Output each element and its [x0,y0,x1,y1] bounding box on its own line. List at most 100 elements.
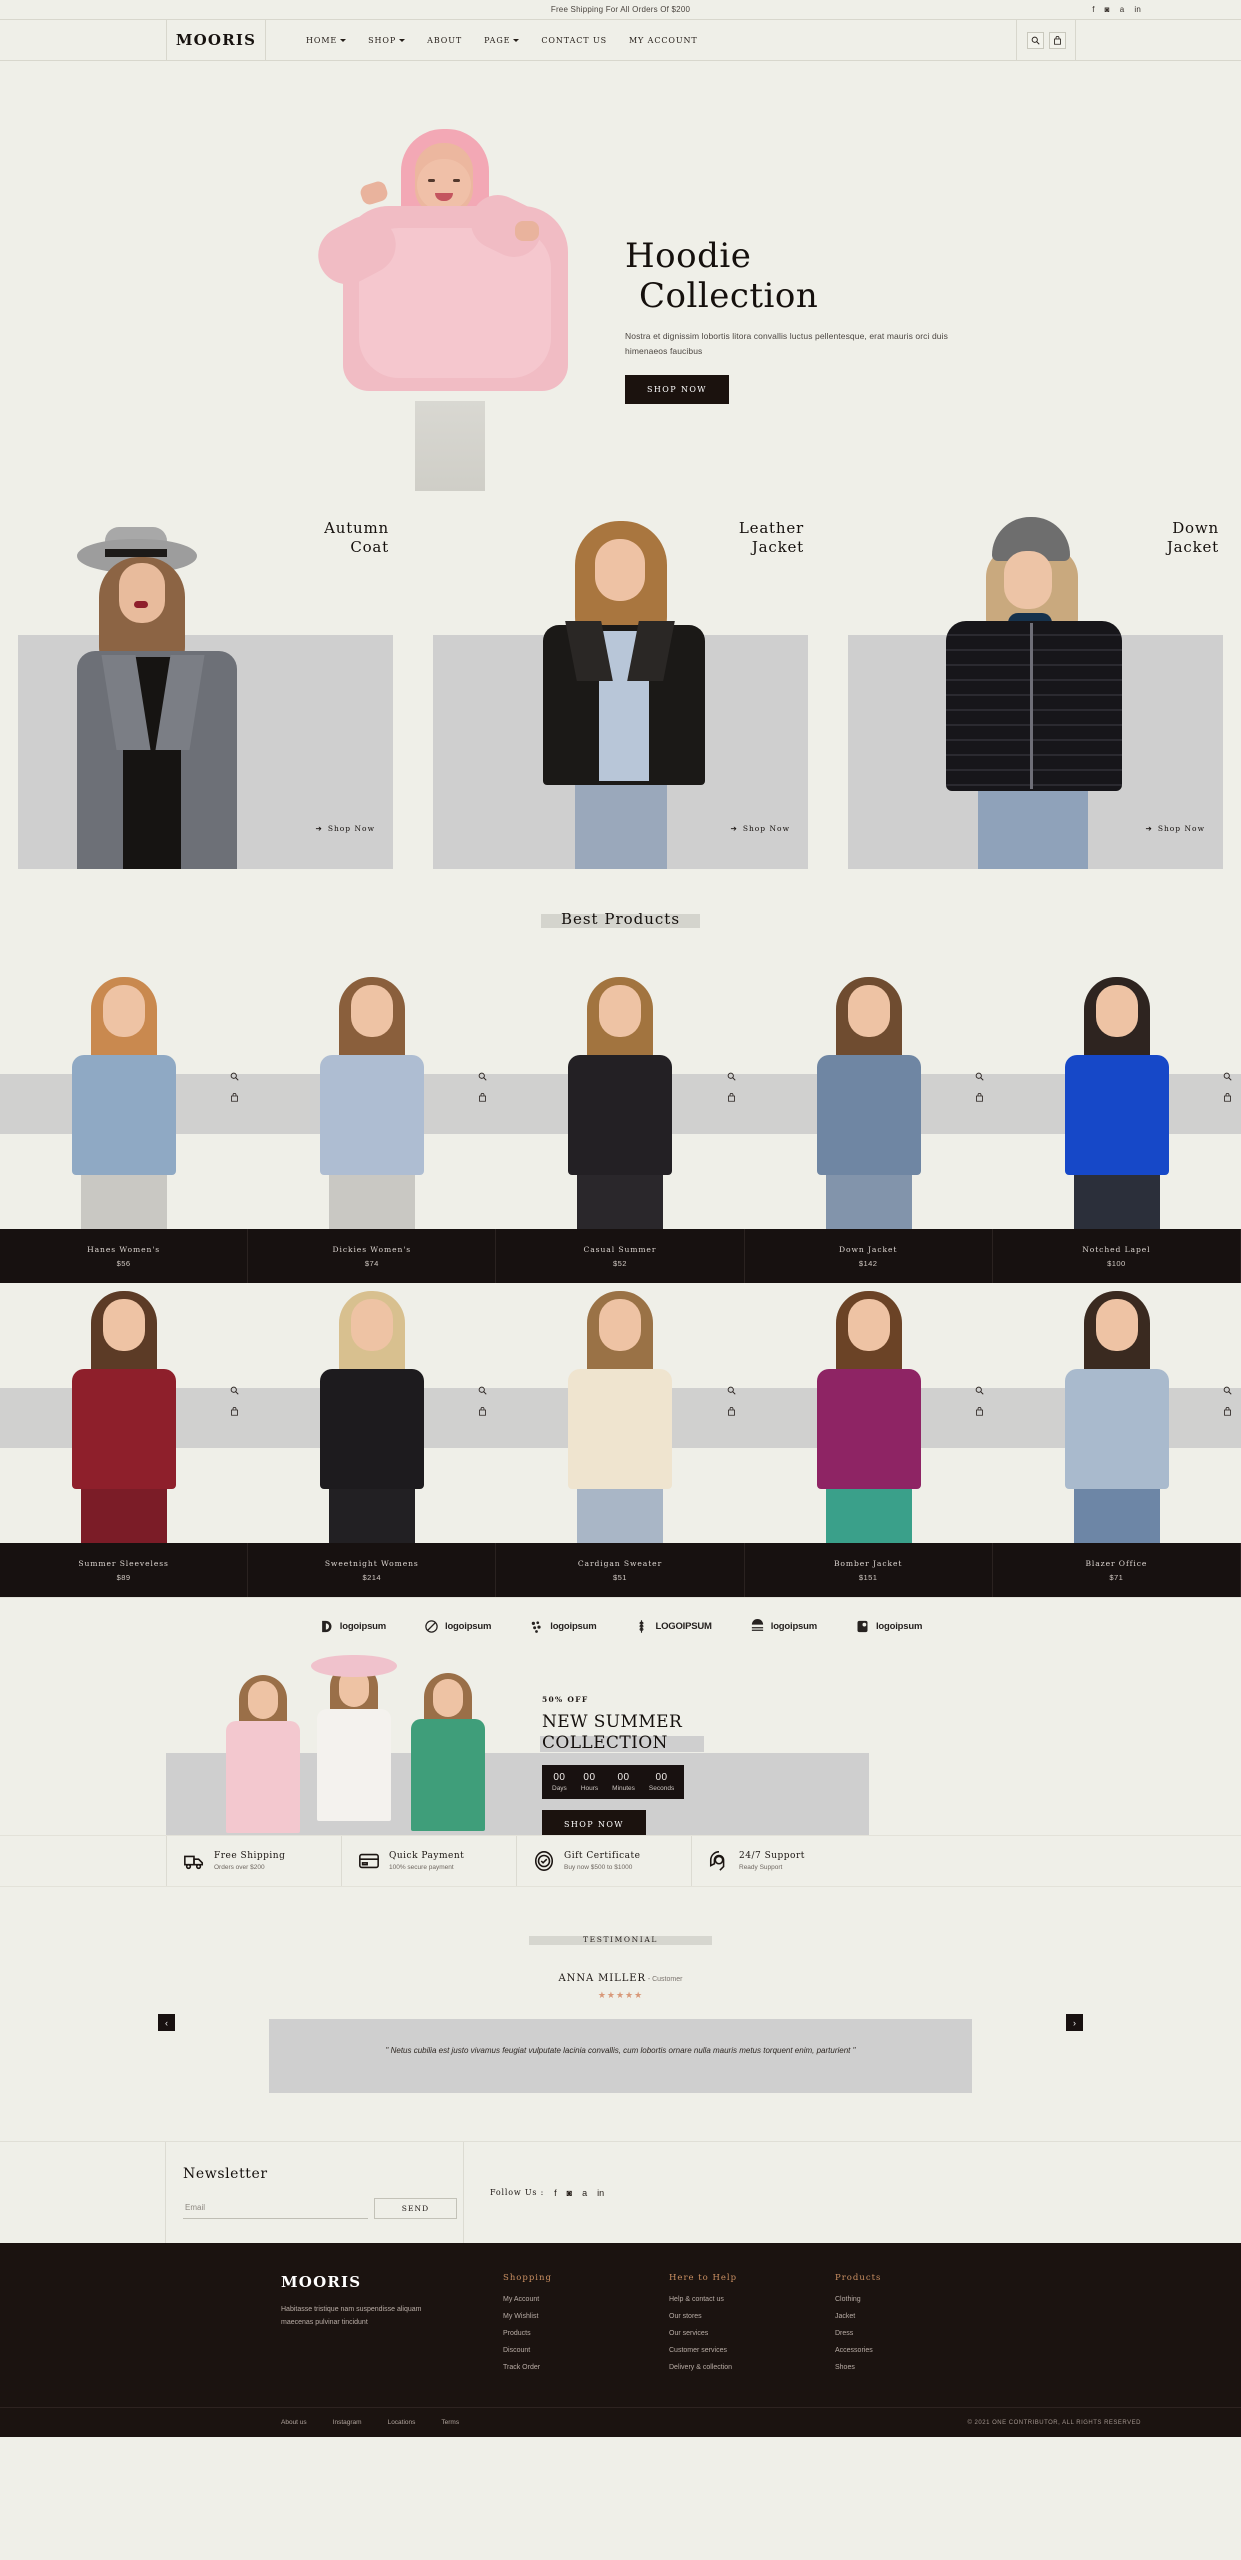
service-subtitle: Ready Support [739,1864,783,1871]
zoom-icon[interactable] [726,1385,737,1396]
category-title-line2: Jacket [751,537,804,556]
footer-link[interactable]: My Wishlist [503,2313,669,2320]
footer-link[interactable]: Accessories [835,2347,1001,2354]
promo-shop-now-button[interactable]: SHOP NOW [542,1810,646,1835]
cart-icon[interactable] [229,1406,240,1417]
nav-item-contact-us[interactable]: CONTACT US [541,36,607,45]
footer-link[interactable]: Jacket [835,2313,1001,2320]
newsletter-send-button[interactable]: SEND [374,2198,457,2219]
nav-item-my-account[interactable]: MY ACCOUNT [629,36,698,45]
zoom-icon[interactable] [974,1071,985,1082]
product-image[interactable] [744,969,993,1229]
footer-bottom-link[interactable]: Terms [441,2419,459,2426]
product-card[interactable]: Dickies Women's $74 [248,969,497,1283]
footer-link[interactable]: Delivery & collection [669,2364,835,2371]
footer-link[interactable]: Dress [835,2330,1001,2337]
product-card[interactable]: Notched Lapel $100 [992,969,1241,1283]
cart-icon[interactable] [477,1406,488,1417]
zoom-icon[interactable] [726,1071,737,1082]
product-image[interactable] [496,969,745,1229]
cart-icon[interactable] [974,1406,985,1417]
footer-logo[interactable]: MOORIS [281,2273,503,2291]
facebook-icon[interactable]: f [554,2188,557,2198]
zoom-icon[interactable] [477,1071,488,1082]
testimonial-quote-box: " Netus cubilia est justo vivamus feugia… [269,2019,972,2093]
category-card-down-jacket[interactable]: Down Jacket ➔ Shop Now [830,491,1241,869]
product-image[interactable] [496,1283,745,1543]
category-card-leather-jacket[interactable]: Leather Jacket ➔ Shop Now [415,491,826,869]
category-shop-now-link[interactable]: ➔ Shop Now [731,824,790,833]
product-card[interactable]: Cardigan Sweater $51 [496,1283,745,1597]
footer-bottom-link[interactable]: Instagram [333,2419,362,2426]
category-shop-label: Shop Now [1157,824,1205,833]
newsletter-email-input[interactable] [183,2199,368,2219]
cart-icon[interactable] [726,1406,737,1417]
instagram-icon[interactable]: ◙ [567,2188,572,2198]
product-meta: Hanes Women's $56 [0,1229,249,1283]
product-image[interactable] [248,969,497,1229]
zoom-icon[interactable] [1222,1071,1233,1082]
product-card[interactable]: Sweetnight Womens $214 [248,1283,497,1597]
category-shop-now-link[interactable]: ➔ Shop Now [316,824,375,833]
amazon-icon[interactable]: a [1120,5,1125,14]
footer-link[interactable]: Clothing [835,2296,1001,2303]
zoom-icon[interactable] [477,1385,488,1396]
product-image[interactable] [0,1283,249,1543]
footer-bottom-link[interactable]: Locations [388,2419,416,2426]
site-logo[interactable]: MOORIS [167,20,266,60]
amazon-icon[interactable]: a [582,2188,587,2198]
testimonial-prev-button[interactable]: ‹ [158,2014,175,2031]
cart-icon[interactable] [1222,1092,1233,1103]
product-image[interactable] [248,1283,497,1543]
hero-shop-now-button[interactable]: SHOP NOW [625,374,729,404]
search-icon[interactable] [1026,31,1044,49]
bag-icon[interactable] [1048,31,1066,49]
linkedin-icon[interactable]: in [597,2188,604,2198]
footer-link[interactable]: My Account [503,2296,669,2303]
footer-bottom-link[interactable]: About us [281,2419,307,2426]
product-image[interactable] [992,969,1241,1229]
footer-link[interactable]: Our stores [669,2313,835,2320]
footer-link[interactable]: Shoes [835,2364,1001,2371]
nav-item-about[interactable]: ABOUT [427,36,462,45]
footer-link[interactable]: Help & contact us [669,2296,835,2303]
product-card[interactable]: Hanes Women's $56 [0,969,249,1283]
product-card[interactable]: Summer Sleeveless $89 [0,1283,249,1597]
product-image[interactable] [744,1283,993,1543]
service-subtitle: Orders over $200 [214,1864,265,1871]
zoom-icon[interactable] [229,1071,240,1082]
topbar-social-links: f ◙ a in [1092,5,1141,14]
testimonial-next-button[interactable]: › [1066,2014,1083,2031]
product-card[interactable]: Down Jacket $142 [744,969,993,1283]
footer-link[interactable]: Customer services [669,2347,835,2354]
cart-icon[interactable] [974,1092,985,1103]
product-card[interactable]: Blazer Office $71 [992,1283,1241,1597]
zoom-icon[interactable] [1222,1385,1233,1396]
hero-banner: Hoodie Collection Nostra et dignissim lo… [0,61,1241,491]
category-card-autumn-coat[interactable]: Autumn Coat ➔ Shop Now [0,491,411,869]
footer-link[interactable]: Track Order [503,2364,669,2371]
cart-icon[interactable] [477,1092,488,1103]
zoom-icon[interactable] [229,1385,240,1396]
instagram-icon[interactable]: ◙ [1105,5,1110,14]
footer-link[interactable]: Discount [503,2347,669,2354]
nav-item-home[interactable]: HOME [306,36,347,45]
nav-item-page[interactable]: PAGE [484,36,520,45]
facebook-icon[interactable]: f [1092,5,1094,14]
cart-icon[interactable] [229,1092,240,1103]
product-image[interactable] [992,1283,1241,1543]
services-left-spacer [0,1836,166,1886]
cart-icon[interactable] [1222,1406,1233,1417]
linkedin-icon[interactable]: in [1134,5,1141,14]
zoom-icon[interactable] [974,1385,985,1396]
product-image[interactable] [0,969,249,1229]
product-card[interactable]: Casual Summer $52 [496,969,745,1283]
footer-link[interactable]: Products [503,2330,669,2337]
cart-icon[interactable] [726,1092,737,1103]
product-name: Bomber Jacket [833,1558,903,1568]
nav-item-shop[interactable]: SHOP [368,36,406,45]
category-shop-now-link[interactable]: ➔ Shop Now [1146,824,1205,833]
product-meta: Down Jacket $142 [744,1229,993,1283]
product-card[interactable]: Bomber Jacket $151 [744,1283,993,1597]
footer-link[interactable]: Our services [669,2330,835,2337]
